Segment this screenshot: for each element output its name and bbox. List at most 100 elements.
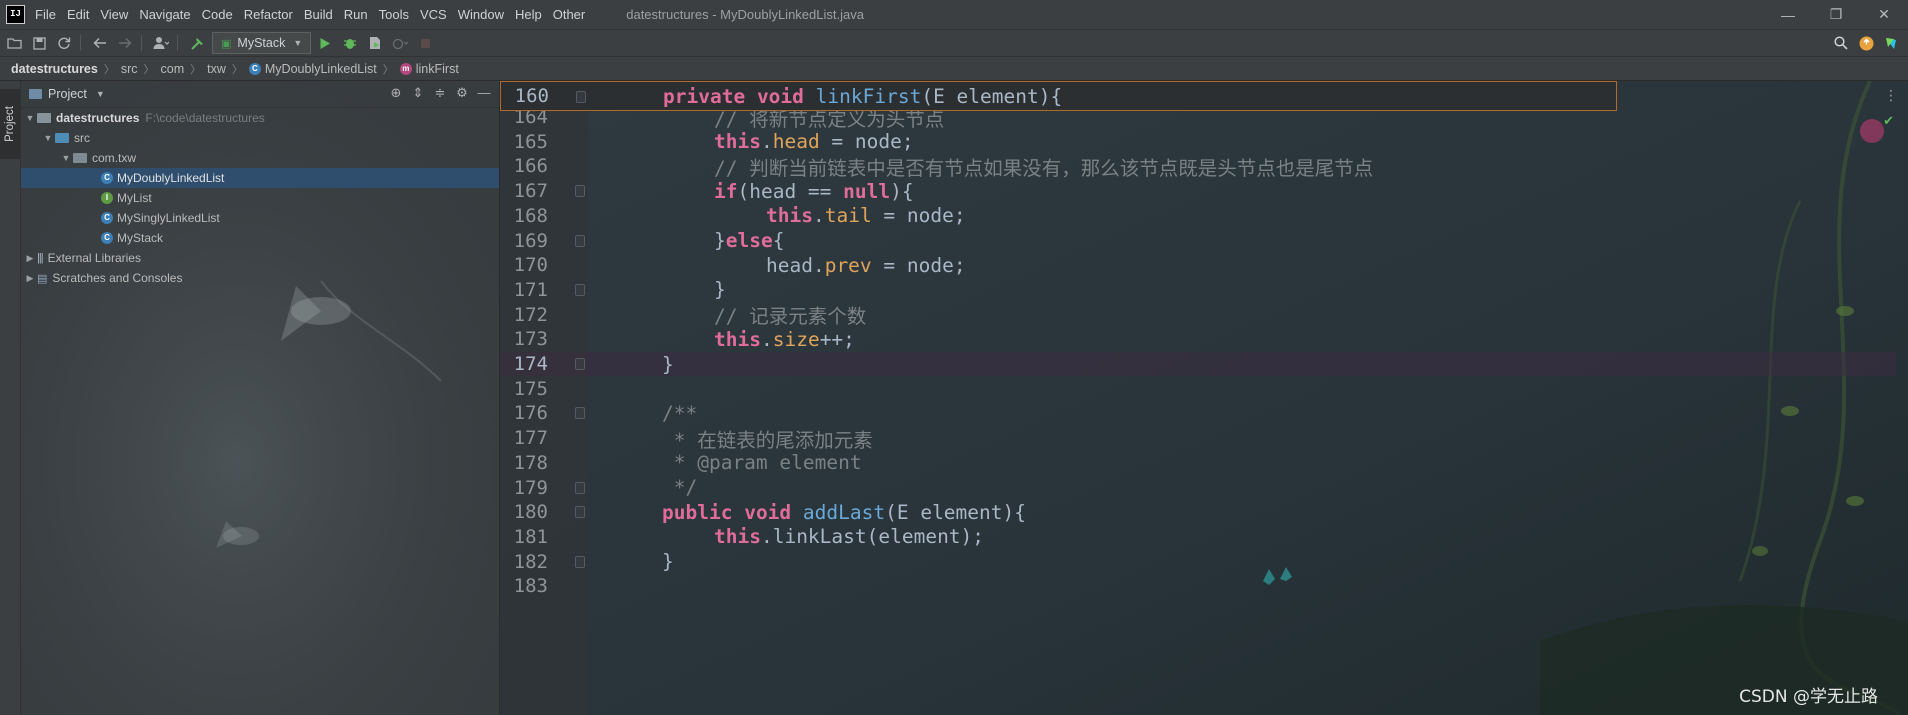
breadcrumb-item-com[interactable]: com (161, 62, 185, 76)
line-number: 173 (513, 328, 548, 351)
code-line[interactable]: 176 /** (500, 401, 1896, 426)
debug-icon[interactable] (339, 32, 361, 54)
fold-marker-icon[interactable] (575, 481, 585, 494)
breadcrumb-item-class[interactable]: C MyDoublyLinkedList (248, 62, 377, 76)
run-icon[interactable] (314, 32, 336, 54)
menu-vcs[interactable]: VCS (420, 7, 447, 22)
code-line[interactable]: 177 * 在链表的尾添加元素 (500, 426, 1896, 452)
fold-marker-icon[interactable] (575, 283, 585, 296)
plugin-icon[interactable] (1880, 32, 1902, 54)
menu-build[interactable]: Build (304, 7, 333, 22)
open-folder-icon[interactable] (3, 32, 25, 54)
tree-item-mylist[interactable]: I MyList (21, 188, 499, 208)
code-line[interactable]: 169}else{ (500, 228, 1896, 253)
code-line[interactable]: 166 // 判断当前链表中是否有节点如果没有，那么该节点既是头节点也是尾节点 (500, 154, 1896, 180)
tree-item-src[interactable]: ▼ src (21, 128, 499, 148)
expand-all-icon[interactable]: ⇕ (407, 85, 429, 101)
tree-item-mydoublylinkedlist[interactable]: C MyDoublyLinkedList (21, 168, 499, 188)
code-line[interactable]: 172 // 记录元素个数 (500, 302, 1896, 329)
coverage-icon[interactable] (364, 32, 386, 54)
locate-file-icon[interactable]: ⊕ (385, 85, 407, 101)
toolbar-separator (141, 35, 142, 51)
fold-marker-icon[interactable] (575, 506, 585, 519)
inspection-ok-icon[interactable]: ✔ (1883, 113, 1894, 129)
breadcrumb-item-project[interactable]: datestructures (11, 62, 98, 76)
tree-item-package[interactable]: ▼ com.txw (21, 148, 499, 168)
fold-marker-icon[interactable] (575, 234, 585, 247)
menu-run[interactable]: Run (344, 7, 368, 22)
project-panel-title[interactable]: Project (48, 87, 87, 101)
chevron-down-icon[interactable]: ▼ (96, 89, 105, 99)
code-line[interactable]: 178 * @param element (500, 451, 1896, 476)
tree-item-scratches[interactable]: ▶ ▤ Scratches and Consoles (21, 268, 499, 288)
code-line[interactable]: 182} (500, 549, 1896, 574)
chevron-down-icon[interactable]: ▼ (23, 113, 37, 123)
breadcrumb-item-method[interactable]: m linkFirst (399, 62, 459, 76)
fold-marker-icon[interactable] (575, 555, 585, 568)
profile-icon[interactable] (389, 32, 411, 54)
chevron-right-icon[interactable]: ▶ (23, 253, 37, 264)
code-line[interactable]: 179 */ (500, 475, 1896, 500)
search-icon[interactable] (1830, 32, 1852, 54)
update-icon[interactable] (1855, 32, 1877, 54)
menu-code[interactable]: Code (202, 7, 233, 22)
menu-other[interactable]: Other (553, 7, 586, 22)
run-configuration-select[interactable]: ▣ MyStack ▼ (212, 32, 312, 54)
code-line[interactable]: 171} (500, 278, 1896, 303)
fold-marker-icon[interactable] (575, 185, 585, 198)
line-number: 174 (513, 353, 548, 376)
fold-marker-icon[interactable] (575, 358, 585, 371)
fold-marker-icon[interactable] (575, 407, 585, 420)
chevron-down-icon[interactable]: ▼ (59, 153, 73, 163)
tree-item-module[interactable]: ▼ datestructures F:\code\datestructures (21, 108, 499, 128)
menu-help[interactable]: Help (515, 7, 542, 22)
code-line[interactable]: 183 (500, 574, 1896, 599)
code-line[interactable]: 181 this.linkLast(element); (500, 525, 1896, 550)
code-line[interactable]: 168 this.tail = node; (500, 204, 1896, 229)
restore-button[interactable]: ❐ (1812, 0, 1860, 29)
main-toolbar: ▣ MyStack ▼ (0, 29, 1908, 56)
code-text: */ (662, 476, 698, 500)
breadcrumb-item-txw[interactable]: txw (207, 62, 226, 76)
save-icon[interactable] (28, 32, 50, 54)
code-line[interactable]: 165 this.head = node; (500, 129, 1896, 154)
code-line[interactable]: 170 head.prev = node; (500, 253, 1896, 278)
tree-item-mysinglylinkedlist[interactable]: C MySinglyLinkedList (21, 208, 499, 228)
sticky-scroll-header[interactable]: 160 private void linkFirst(E element){ (500, 81, 1617, 111)
scratches-icon: ▤ (37, 272, 48, 285)
collapse-all-icon[interactable]: ≑ (429, 85, 451, 101)
project-tool-tab[interactable]: Project (0, 89, 20, 159)
code-line[interactable]: 174} (500, 351, 1896, 377)
user-icon[interactable] (150, 32, 172, 54)
code-editor[interactable]: 163Node node = new Node(prev: null,eleme… (500, 81, 1908, 715)
code-line[interactable]: 175 (500, 376, 1896, 401)
code-line[interactable]: 180 public void addLast(E element){ (500, 500, 1896, 525)
menu-refactor[interactable]: Refactor (244, 7, 293, 22)
tree-item-external-libraries[interactable]: ▶ ||| External Libraries (21, 248, 499, 268)
more-options-icon[interactable]: ⋮ (1884, 87, 1898, 104)
method-icon: m (399, 62, 412, 75)
menu-window[interactable]: Window (458, 7, 504, 22)
menu-navigate[interactable]: Navigate (139, 7, 190, 22)
gear-icon[interactable]: ⚙ (451, 85, 473, 101)
menu-tools[interactable]: Tools (379, 7, 409, 22)
build-hammer-icon[interactable] (186, 32, 208, 54)
menu-view[interactable]: View (100, 7, 128, 22)
menu-file[interactable]: File (35, 7, 56, 22)
stop-icon[interactable] (414, 32, 436, 54)
chevron-right-icon[interactable]: ▶ (23, 273, 37, 284)
close-button[interactable]: ✕ (1860, 0, 1908, 29)
back-arrow-icon[interactable] (89, 32, 111, 54)
fold-marker-icon[interactable] (576, 91, 586, 103)
forward-arrow-icon[interactable] (114, 32, 136, 54)
chevron-down-icon[interactable]: ▼ (41, 133, 55, 143)
menu-edit[interactable]: Edit (67, 7, 89, 22)
code-line[interactable]: 173 this.size++; (500, 327, 1896, 352)
minimize-button[interactable]: — (1764, 0, 1812, 29)
code-line[interactable]: 167 if(head == null){ (500, 179, 1896, 204)
breadcrumb-item-src[interactable]: src (121, 62, 138, 76)
hide-panel-icon[interactable]: — (473, 85, 495, 101)
tree-item-mystack[interactable]: C MyStack (21, 228, 499, 248)
project-panel: Project ▼ ⊕ ⇕ ≑ ⚙ — ▼ datestructures F:\… (21, 81, 500, 715)
sync-icon[interactable] (53, 32, 75, 54)
